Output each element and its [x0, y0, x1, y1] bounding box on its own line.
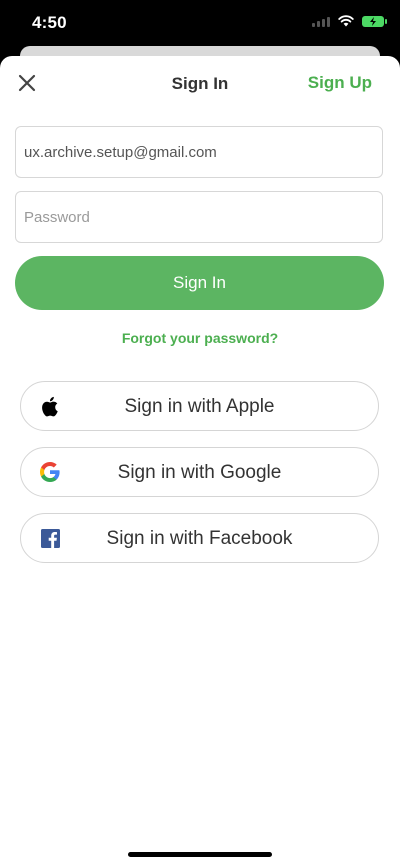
sign-up-link[interactable]: Sign Up — [308, 73, 372, 93]
email-field[interactable] — [15, 126, 383, 178]
forgot-password-link[interactable]: Forgot your password? — [0, 330, 400, 346]
password-input[interactable] — [24, 208, 374, 226]
battery-charging-icon — [362, 15, 387, 27]
home-indicator — [128, 852, 272, 857]
cellular-signal-icon — [312, 15, 330, 27]
wifi-icon — [338, 15, 354, 27]
sign-in-sheet: Sign In Sign Up Sign In Forgot your pass… — [0, 56, 400, 866]
password-field[interactable] — [15, 191, 383, 243]
apple-button-label: Sign in with Apple — [124, 396, 275, 417]
google-button-label: Sign in with Google — [117, 462, 282, 483]
sign-in-with-facebook-button[interactable]: Sign in with Facebook — [20, 513, 379, 563]
nav-bar: Sign In Sign Up — [0, 56, 400, 112]
sign-in-button[interactable]: Sign In — [15, 256, 384, 310]
facebook-button-label: Sign in with Facebook — [106, 528, 293, 549]
status-time: 4:50 — [32, 13, 67, 32]
email-input[interactable] — [24, 143, 374, 161]
sign-in-with-google-button[interactable]: Sign in with Google — [20, 447, 379, 497]
status-icons — [312, 15, 387, 27]
status-bar: 4:50 — [0, 0, 400, 48]
sign-in-with-apple-button[interactable]: Sign in with Apple — [20, 381, 379, 431]
